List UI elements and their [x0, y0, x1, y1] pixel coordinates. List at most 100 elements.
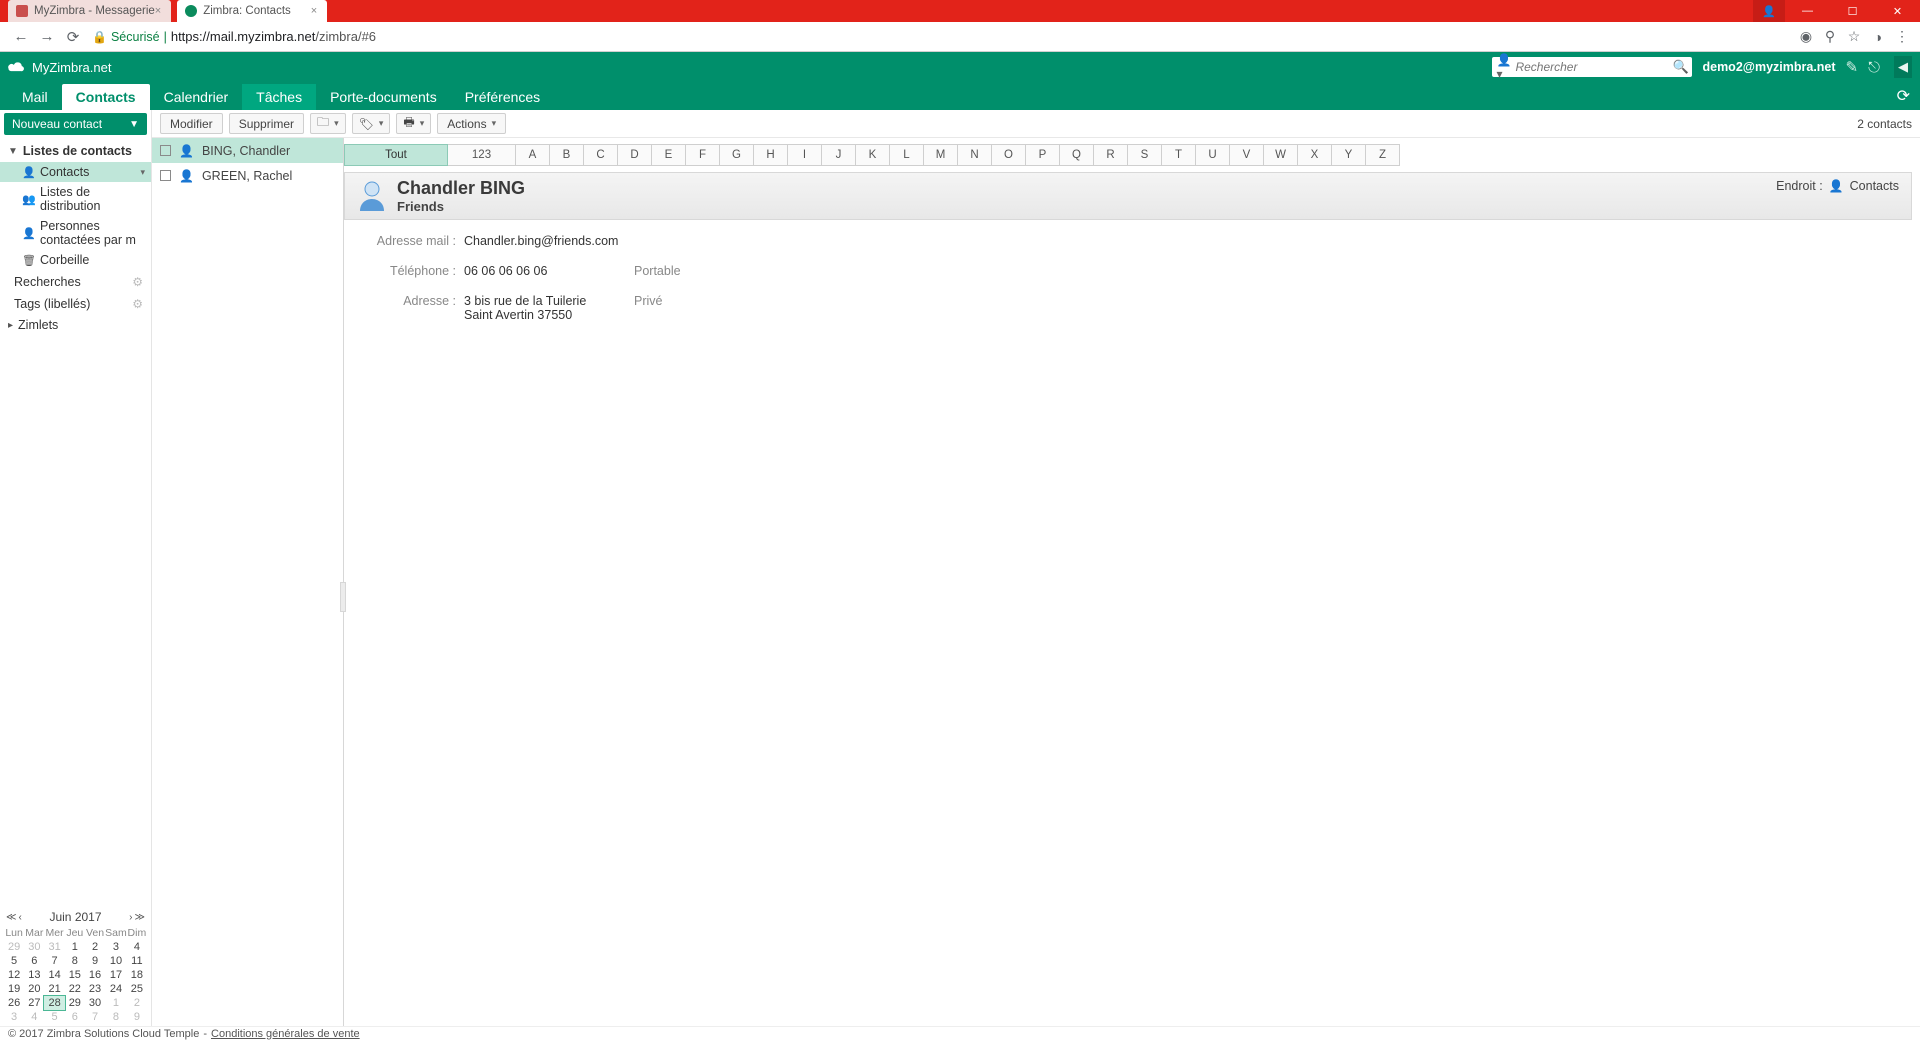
collapse-icon[interactable]: ◀ — [1894, 56, 1912, 78]
browser-tab-1[interactable]: MyZimbra - Messagerie × — [8, 0, 171, 22]
alpha-I[interactable]: I — [788, 144, 822, 166]
sidebar-tags[interactable]: Tags (libellés) ⚙ — [0, 292, 151, 314]
list-item[interactable]: 👤 GREEN, Rachel — [152, 163, 343, 188]
cal-day[interactable]: 17 — [105, 968, 127, 982]
alpha-Tout[interactable]: Tout — [344, 144, 448, 166]
alpha-J[interactable]: J — [822, 144, 856, 166]
cal-day[interactable]: 11 — [127, 954, 147, 968]
cal-day[interactable]: 8 — [65, 954, 85, 968]
cal-day[interactable]: 9 — [127, 1010, 147, 1024]
lists-header[interactable]: ▼ Listes de contacts — [0, 140, 151, 162]
omnibox[interactable]: 🔒 Sécurisé | https://mail.myzimbra.net/z… — [92, 26, 1786, 48]
cal-day[interactable]: 19 — [4, 982, 24, 996]
alpha-G[interactable]: G — [720, 144, 754, 166]
cal-day[interactable]: 20 — [24, 982, 44, 996]
cal-day[interactable]: 1 — [65, 940, 85, 954]
cal-day[interactable]: 2 — [85, 940, 105, 954]
alpha-B[interactable]: B — [550, 144, 584, 166]
cal-day[interactable]: 13 — [24, 968, 44, 982]
checkbox[interactable] — [160, 170, 171, 181]
browser-tab-2[interactable]: Zimbra: Contacts × — [177, 0, 327, 22]
gear-icon[interactable]: ⚙ — [132, 275, 143, 289]
cal-day[interactable]: 12 — [4, 968, 24, 982]
cal-day[interactable]: 22 — [65, 982, 85, 996]
terms-link[interactable]: Conditions générales de vente — [211, 1028, 360, 1040]
tab-calendar[interactable]: Calendrier — [150, 84, 243, 110]
back-icon[interactable]: ← — [12, 28, 30, 45]
move-button[interactable]: 🗀▾ — [310, 113, 346, 134]
alpha-U[interactable]: U — [1196, 144, 1230, 166]
delete-button[interactable]: Supprimer — [229, 113, 304, 134]
alpha-T[interactable]: T — [1162, 144, 1196, 166]
alpha-Y[interactable]: Y — [1332, 144, 1366, 166]
alpha-A[interactable]: A — [516, 144, 550, 166]
tab-mail[interactable]: Mail — [8, 84, 62, 110]
sidebar-item-contacts[interactable]: 👤 Contacts ▾ — [0, 162, 151, 182]
cal-day[interactable]: 1 — [105, 996, 127, 1010]
cal-day[interactable]: 5 — [44, 1010, 64, 1024]
alpha-N[interactable]: N — [958, 144, 992, 166]
app-logo[interactable]: MyZimbra.net — [6, 60, 111, 75]
cal-day[interactable]: 23 — [85, 982, 105, 996]
alpha-K[interactable]: K — [856, 144, 890, 166]
cal-day[interactable]: 31 — [44, 940, 64, 954]
cal-day[interactable]: 30 — [24, 940, 44, 954]
edit-button[interactable]: Modifier — [160, 113, 223, 134]
cal-next[interactable]: ›≫ — [129, 912, 145, 923]
alpha-X[interactable]: X — [1298, 144, 1332, 166]
compose-icon[interactable]: ✎ — [1846, 58, 1859, 76]
sidebar-item-trash[interactable]: 🗑 Corbeille — [0, 250, 151, 270]
logout-icon[interactable]: ⎋ — [1868, 59, 1880, 76]
user-email[interactable]: demo2@myzimbra.net — [1702, 60, 1835, 74]
sidebar-searches[interactable]: Recherches ⚙ — [0, 270, 151, 292]
alpha-F[interactable]: F — [686, 144, 720, 166]
cal-day[interactable]: 3 — [105, 940, 127, 954]
cal-day[interactable]: 25 — [127, 982, 147, 996]
tab-preferences[interactable]: Préférences — [451, 84, 554, 110]
alpha-P[interactable]: P — [1026, 144, 1060, 166]
cal-day[interactable]: 14 — [44, 968, 64, 982]
cal-day[interactable]: 5 — [4, 954, 24, 968]
cal-day[interactable]: 9 — [85, 954, 105, 968]
alpha-M[interactable]: M — [924, 144, 958, 166]
sidebar-item-distribution[interactable]: 👥 Listes de distribution — [0, 182, 151, 216]
tab-briefcase[interactable]: Porte-documents — [316, 84, 451, 110]
forward-icon[interactable]: → — [38, 28, 56, 45]
alpha-123[interactable]: 123 — [448, 144, 516, 166]
cal-day[interactable]: 2 — [127, 996, 147, 1010]
caret-down-icon[interactable]: ▾ — [140, 167, 145, 178]
tab-tasks[interactable]: Tâches — [242, 84, 316, 110]
cal-day[interactable]: 6 — [65, 1010, 85, 1024]
reload-icon[interactable]: ⟳ — [64, 28, 82, 46]
cal-day[interactable]: 4 — [127, 940, 147, 954]
search-input[interactable] — [1515, 60, 1672, 74]
cal-day[interactable]: 24 — [105, 982, 127, 996]
cal-day[interactable]: 18 — [127, 968, 147, 982]
alpha-L[interactable]: L — [890, 144, 924, 166]
resize-handle[interactable] — [340, 582, 346, 612]
menu-icon[interactable]: ⋮ — [1892, 28, 1912, 45]
cal-day[interactable]: 29 — [4, 940, 24, 954]
tag-button[interactable]: 🏷▾ — [352, 113, 391, 134]
gear-icon[interactable]: ⚙ — [132, 297, 143, 311]
star-icon[interactable]: ☆ — [1844, 28, 1864, 45]
close-button[interactable]: ✕ — [1875, 0, 1920, 22]
close-icon[interactable]: × — [311, 5, 317, 17]
cal-day[interactable]: 7 — [44, 954, 64, 968]
email-value[interactable]: Chandler.bing@friends.com — [464, 234, 634, 248]
extension-icon[interactable]: ◑ — [1868, 29, 1888, 45]
alpha-Z[interactable]: Z — [1366, 144, 1400, 166]
search-box[interactable]: 👤▾ 🔍 — [1492, 57, 1692, 77]
profile-button[interactable]: 👤 — [1753, 0, 1785, 22]
search-icon[interactable]: 🔍 — [1672, 59, 1688, 75]
cal-day[interactable]: 15 — [65, 968, 85, 982]
alpha-E[interactable]: E — [652, 144, 686, 166]
alpha-D[interactable]: D — [618, 144, 652, 166]
alpha-Q[interactable]: Q — [1060, 144, 1094, 166]
new-contact-button[interactable]: Nouveau contact ▼ — [4, 113, 147, 135]
cal-day[interactable]: 29 — [65, 996, 85, 1010]
alpha-W[interactable]: W — [1264, 144, 1298, 166]
sidebar-zimlets[interactable]: ▸ Zimlets — [0, 314, 151, 336]
tab-contacts[interactable]: Contacts — [62, 84, 150, 110]
list-item[interactable]: 👤 BING, Chandler — [152, 138, 343, 163]
